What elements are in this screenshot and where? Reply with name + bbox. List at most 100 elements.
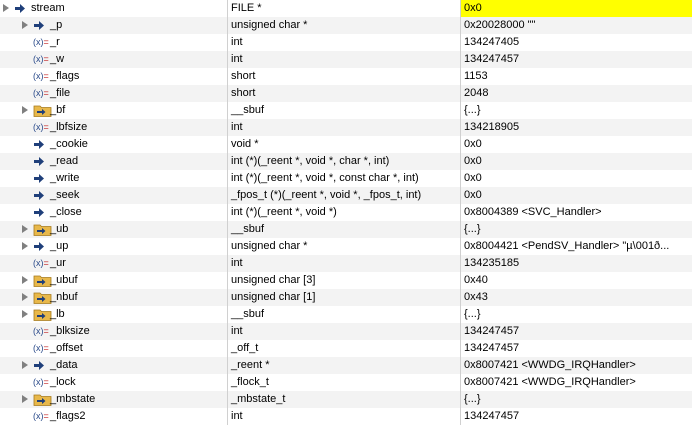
variable-type: int: [231, 53, 243, 65]
type-cell: FILE *: [228, 0, 461, 17]
value-cell[interactable]: 2048: [461, 85, 692, 102]
variable-row[interactable]: (x)= _file short 2048: [0, 85, 692, 102]
expand-toggle-icon[interactable]: [22, 21, 28, 29]
expand-toggle-icon[interactable]: [22, 310, 28, 318]
variable-row[interactable]: (x)= _lbfsize int 134218905: [0, 119, 692, 136]
variable-row[interactable]: (x)= _flags short 1153: [0, 68, 692, 85]
value-cell[interactable]: 0x0: [461, 136, 692, 153]
variable-row[interactable]: _bf __sbuf {...}: [0, 102, 692, 119]
type-cell: int (*)(_reent *, void *, char *, int): [228, 153, 461, 170]
value-cell[interactable]: 0x43: [461, 289, 692, 306]
value-cell[interactable]: {...}: [461, 391, 692, 408]
pointer-icon: [14, 1, 26, 16]
variable-type: _off_t: [231, 342, 259, 354]
variable-row[interactable]: (x)= _r int 134247405: [0, 34, 692, 51]
variable-row[interactable]: (x)= _offset _off_t 134247457: [0, 340, 692, 357]
variable-type: unsigned char *: [231, 240, 308, 252]
value-cell[interactable]: 0x8007421 <WWDG_IRQHandler>: [461, 374, 692, 391]
variable-row[interactable]: _lb __sbuf {...}: [0, 306, 692, 323]
variable-row[interactable]: _data _reent * 0x8007421 <WWDG_IRQHandler>: [0, 357, 692, 374]
type-cell: short: [228, 68, 461, 85]
value-cell[interactable]: 0x8004421 <PendSV_Handler> "µ\001ð...: [461, 238, 692, 255]
variable-row[interactable]: _ub __sbuf {...}: [0, 221, 692, 238]
value-cell[interactable]: {...}: [461, 306, 692, 323]
variable-type: short: [231, 87, 256, 99]
expand-toggle-icon[interactable]: [22, 361, 28, 369]
value-cell[interactable]: 134247457: [461, 323, 692, 340]
value-cell[interactable]: 0x0: [461, 153, 692, 170]
variable-name: _lbfsize: [50, 121, 88, 133]
variable-name: _read: [50, 155, 79, 167]
expand-toggle-icon[interactable]: [22, 395, 28, 403]
expand-toggle-icon[interactable]: [22, 106, 28, 114]
pointer-icon: [33, 154, 45, 169]
value-cell[interactable]: 134247457: [461, 340, 692, 357]
pointer-icon: [33, 18, 45, 33]
expand-toggle-icon[interactable]: [22, 293, 28, 301]
variable-row[interactable]: _write int (*)(_reent *, void *, const ch…: [0, 170, 692, 187]
expand-toggle-icon[interactable]: [22, 276, 28, 284]
value-cell[interactable]: 134218905: [461, 119, 692, 136]
variable-icon: (x)=: [33, 37, 49, 47]
value-cell[interactable]: 0x0: [461, 170, 692, 187]
type-cell: _off_t: [228, 340, 461, 357]
type-cell: _reent *: [228, 357, 461, 374]
value-cell[interactable]: {...}: [461, 102, 692, 119]
variable-row[interactable]: stream FILE * 0x0: [0, 0, 692, 17]
variable-name: _blksize: [50, 325, 90, 337]
variable-name: _ur: [50, 257, 66, 269]
value-cell[interactable]: 134247457: [461, 408, 692, 425]
value-cell[interactable]: 1153: [461, 68, 692, 85]
value-cell[interactable]: 0x0: [461, 187, 692, 204]
variable-value: 0x0: [464, 189, 482, 201]
variable-type: int: [231, 36, 243, 48]
value-cell[interactable]: 0x0: [461, 0, 692, 17]
variable-row[interactable]: _mbstate _mbstate_t {...}: [0, 391, 692, 408]
variable-name: _up: [50, 240, 69, 252]
expand-toggle-icon[interactable]: [22, 242, 28, 250]
variable-row[interactable]: _cookie void * 0x0: [0, 136, 692, 153]
value-cell[interactable]: 0x40: [461, 272, 692, 289]
variable-name: _cookie: [50, 138, 88, 150]
expand-toggle-icon[interactable]: [3, 4, 9, 12]
value-cell[interactable]: 134235185: [461, 255, 692, 272]
name-cell: _ubuf: [0, 272, 228, 289]
value-cell[interactable]: {...}: [461, 221, 692, 238]
name-cell: (x)= _blksize: [0, 323, 228, 340]
variable-type: __sbuf: [231, 308, 265, 320]
variable-row[interactable]: _close int (*)(_reent *, void *) 0x8004389…: [0, 204, 692, 221]
value-cell[interactable]: 0x20028000 "": [461, 17, 692, 34]
variable-row[interactable]: (x)= _blksize int 134247457: [0, 323, 692, 340]
variable-value: 0x20028000 "": [464, 19, 536, 31]
variable-name: _mbstate: [50, 393, 96, 405]
variable-row[interactable]: _nbuf unsigned char [1] 0x43: [0, 289, 692, 306]
variable-type: __sbuf: [231, 223, 265, 235]
variable-type: unsigned char [3]: [231, 274, 316, 286]
value-cell[interactable]: 134247405: [461, 34, 692, 51]
variable-row[interactable]: (x)= _w int 134247457: [0, 51, 692, 68]
name-cell: _ub: [0, 221, 228, 238]
value-cell[interactable]: 0x8007421 <WWDG_IRQHandler>: [461, 357, 692, 374]
variable-name: _lb: [50, 308, 65, 320]
variable-row[interactable]: _ubuf unsigned char [3] 0x40: [0, 272, 692, 289]
name-cell: _mbstate: [0, 391, 228, 408]
variable-row[interactable]: _p unsigned char * 0x20028000 "": [0, 17, 692, 34]
variable-row[interactable]: (x)= _ur int 134235185: [0, 255, 692, 272]
variable-row[interactable]: (x)= _lock _flock_t 0x8007421 <WWDG_IRQHand…: [0, 374, 692, 391]
expand-toggle-icon[interactable]: [22, 225, 28, 233]
variable-row[interactable]: _seek _fpos_t (*)(_reent *, void *, _fpos…: [0, 187, 692, 204]
value-cell[interactable]: 0x8004389 <SVC_Handler>: [461, 204, 692, 221]
variable-icon: (x)=: [33, 258, 49, 268]
name-cell: _nbuf: [0, 289, 228, 306]
variable-value: 134247457: [464, 410, 520, 422]
variable-value: {...}: [464, 308, 481, 320]
variable-row[interactable]: _up unsigned char * 0x8004421 <PendSV_Hand…: [0, 238, 692, 255]
name-cell: stream: [0, 0, 228, 17]
variable-name: _data: [50, 359, 78, 371]
variable-icon: (x)=: [33, 71, 49, 81]
variable-name: _close: [50, 206, 82, 218]
value-cell[interactable]: 134247457: [461, 51, 692, 68]
variable-row[interactable]: (x)= _flags2 int 134247457: [0, 408, 692, 425]
type-cell: _mbstate_t: [228, 391, 461, 408]
variable-row[interactable]: _read int (*)(_reent *, void *, char *, i…: [0, 153, 692, 170]
